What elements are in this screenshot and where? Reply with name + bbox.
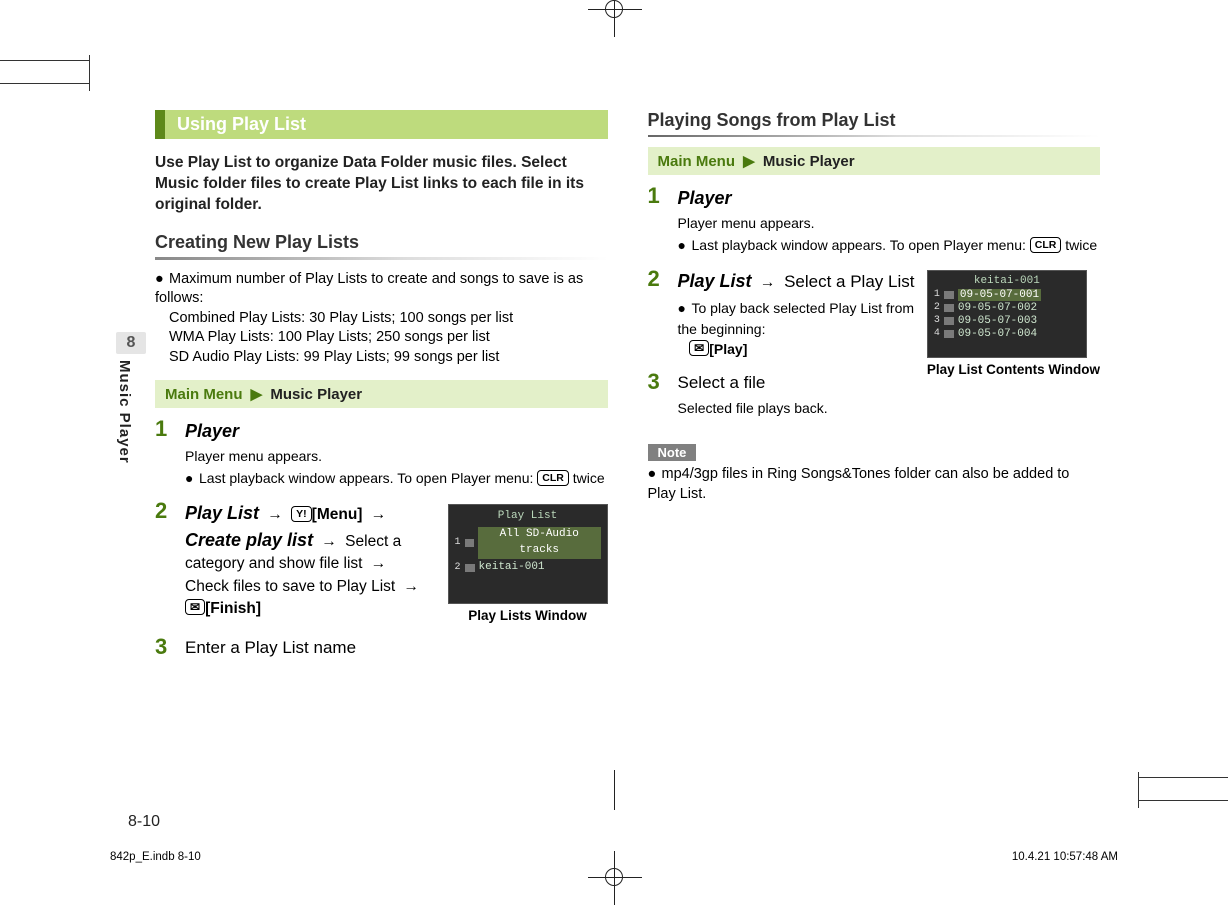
playlists-screenshot: Play List 1All SD-Audio tracks 2keitai-0…	[448, 504, 608, 604]
step-number: 1	[155, 418, 173, 489]
steps-left: 1 Player Player menu appears. ●Last play…	[155, 418, 608, 661]
nav-b: Music Player	[270, 386, 362, 403]
note-block: Note ●mp4/3gp files in Ring Songs&Tones …	[648, 444, 1101, 504]
step-number: 2	[648, 268, 666, 360]
step-number: 1	[648, 185, 666, 256]
limits-3: SD Audio Play Lists: 99 Play Lists; 99 s…	[169, 349, 499, 365]
figure-caption: Play List Contents Window	[927, 362, 1100, 378]
chapter-tab: 8 Music Player	[116, 332, 146, 464]
chapter-label: Music Player	[116, 360, 133, 464]
limits-1: Combined Play Lists: 30 Play Lists; 100 …	[169, 310, 513, 326]
r3-sub: Selected file plays back.	[678, 398, 917, 418]
step-3r: 3 Select a file Selected file plays back…	[648, 371, 917, 418]
step-2r: 2 Play List → Select a Play List ●To pla…	[648, 268, 917, 360]
nav-a: Main Menu	[658, 153, 736, 170]
nav-arrow-icon: ▶	[743, 153, 755, 170]
footer-right: 10.4.21 10:57:48 AM	[1012, 851, 1118, 863]
crop-mark-right	[1138, 777, 1228, 801]
chapter-number: 8	[116, 332, 146, 354]
step-2: 2 Play List 1All SD-Audio tracks 2keitai…	[155, 500, 608, 624]
y-key: Y!	[291, 506, 312, 522]
figure-playlists: Play List 1All SD-Audio tracks 2keitai-0…	[448, 504, 608, 624]
envelope-key-icon: ✉	[689, 340, 709, 356]
step1-sub: Player menu appears.	[185, 446, 608, 466]
steps-right: 1 Player Player menu appears. ●Last play…	[648, 185, 1101, 430]
envelope-key-icon: ✉	[185, 599, 205, 615]
r1-title: Player	[678, 185, 1101, 211]
nav-b: Music Player	[763, 153, 855, 170]
r1-sub: Player menu appears.	[678, 213, 1101, 233]
nav-a: Main Menu	[165, 386, 243, 403]
step1-note: ●Last playback window appears. To open P…	[185, 468, 608, 488]
rule	[648, 135, 1101, 137]
left-column: Using Play List Use Play List to organiz…	[155, 110, 608, 672]
clr-key: CLR	[537, 470, 569, 486]
crop-mark-left	[0, 60, 90, 84]
subhead-creating: Creating New Play Lists	[155, 232, 608, 253]
figure-contents: keitai-001 109-05-07-001 209-05-07-002 3…	[927, 270, 1100, 378]
crop-mark-top	[605, 0, 623, 18]
page-content: Using Play List Use Play List to organiz…	[155, 110, 1100, 672]
limits-lead: Maximum number of Play Lists to create a…	[155, 271, 583, 307]
step-number: 3	[155, 636, 173, 661]
crop-mark-bottom	[605, 868, 623, 886]
note-label: Note	[648, 444, 697, 461]
nav-band-left: Main Menu ▶ Music Player	[155, 380, 608, 408]
footer-left: 842p_E.indb 8-10	[110, 851, 201, 863]
page-number: 8-10	[128, 813, 160, 831]
rule	[155, 257, 608, 260]
step1-title: Player	[185, 418, 608, 444]
center-divider	[614, 770, 615, 810]
nav-arrow-icon: ▶	[251, 386, 263, 403]
r2-playlist: Play List	[678, 271, 752, 291]
note-body: mp4/3gp files in Ring Songs&Tones folder…	[648, 466, 1070, 502]
intro-text: Use Play List to organize Data Folder mu…	[155, 153, 608, 216]
nav-band-right: Main Menu ▶ Music Player	[648, 147, 1101, 175]
r1-note: ●Last playback window appears. To open P…	[678, 235, 1101, 255]
clr-key: CLR	[1030, 237, 1062, 253]
step-1r: 1 Player Player menu appears. ●Last play…	[648, 185, 1101, 256]
s2-create: Create play list	[185, 530, 313, 550]
right-column: Playing Songs from Play List Main Menu ▶…	[648, 110, 1101, 672]
contents-screenshot: keitai-001 109-05-07-001 209-05-07-002 3…	[927, 270, 1087, 358]
r3-title: Select a file	[678, 373, 766, 392]
figure-caption: Play Lists Window	[448, 608, 608, 624]
step-number: 3	[648, 371, 666, 418]
step-1: 1 Player Player menu appears. ●Last play…	[155, 418, 608, 489]
section-banner: Using Play List	[155, 110, 608, 139]
s2-playlist: Play List	[185, 503, 259, 523]
step-3: 3 Enter a Play List name	[155, 636, 608, 661]
step-number: 2	[155, 500, 173, 624]
step3-title: Enter a Play List name	[185, 638, 356, 657]
limits-block: ●Maximum number of Play Lists to create …	[155, 270, 608, 368]
subhead-playing: Playing Songs from Play List	[648, 110, 1101, 131]
limits-2: WMA Play Lists: 100 Play Lists; 250 song…	[169, 329, 490, 345]
